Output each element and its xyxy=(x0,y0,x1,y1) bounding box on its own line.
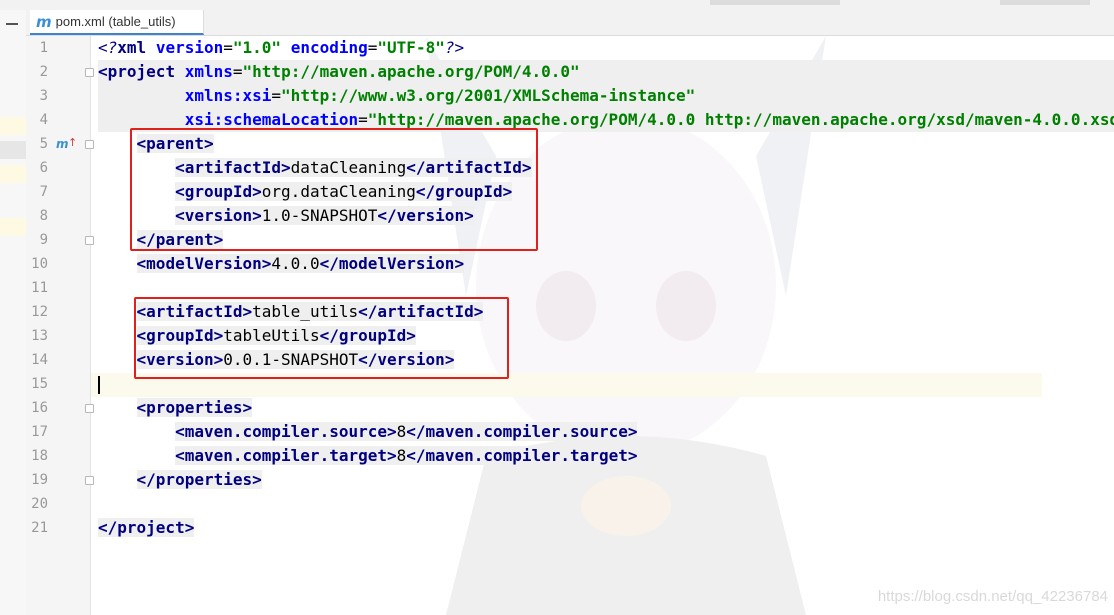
change-marker xyxy=(0,117,26,135)
code-line: <?xml version="1.0" encoding="UTF-8"?> xyxy=(98,38,465,57)
fold-toggle-icon[interactable] xyxy=(85,236,94,245)
line-number-gutter: 1 2 3 4 5 6 7 8 9 10 11 12 13 14 15 16 1… xyxy=(26,36,94,615)
change-marker xyxy=(0,165,26,183)
line-number: 11 xyxy=(31,280,48,296)
code-line: </project> xyxy=(98,518,195,537)
editor-tab-bar: m pom.xml (table_utils) xyxy=(26,10,1114,36)
collapse-icon[interactable] xyxy=(6,23,18,25)
line-number: 13 xyxy=(31,328,48,344)
line-number: 9 xyxy=(39,232,48,248)
code-editor[interactable]: 1 2 3 4 5 6 7 8 9 10 11 12 13 14 15 16 1… xyxy=(26,36,1114,615)
code-line: </properties> xyxy=(136,470,262,489)
fold-toggle-icon[interactable] xyxy=(85,140,94,149)
coordinates-highlight-box xyxy=(134,297,509,379)
line-number: 8 xyxy=(39,208,48,224)
code-line: <maven.compiler.target>8</maven.compiler… xyxy=(175,446,638,465)
maven-parent-gutter-icon[interactable]: m xyxy=(56,137,69,151)
line-number: 14 xyxy=(31,352,48,368)
line-number: 19 xyxy=(31,472,48,488)
watermark: https://blog.csdn.net/qq_42236784 xyxy=(877,588,1108,605)
change-marker xyxy=(0,218,26,236)
fold-toggle-icon[interactable] xyxy=(85,404,94,413)
line-number: 21 xyxy=(31,520,48,536)
line-number: 2 xyxy=(39,64,48,80)
line-number: 1 xyxy=(39,40,48,56)
navigate-up-arrow-icon[interactable]: ↑ xyxy=(68,136,77,149)
line-number: 10 xyxy=(31,256,48,272)
line-number: 5 xyxy=(39,136,48,152)
parent-highlight-box xyxy=(130,128,538,251)
line-number: 16 xyxy=(31,400,48,416)
code-line: <project xmlns="http://maven.apache.org/… xyxy=(98,60,1114,84)
line-number: 17 xyxy=(31,424,48,440)
toolbar-field[interactable] xyxy=(1000,0,1090,5)
line-number: 18 xyxy=(31,448,48,464)
text-caret xyxy=(98,376,100,394)
line-number: 12 xyxy=(31,304,48,320)
line-number: 4 xyxy=(39,112,48,128)
code-line: <properties> xyxy=(136,398,253,417)
code-line: xmlns:xsi="http://www.w3.org/2001/XMLSch… xyxy=(98,84,1114,108)
tab-label: pom.xml (table_utils) xyxy=(55,14,176,29)
line-number: 3 xyxy=(39,88,48,104)
code-line: <maven.compiler.source>8</maven.compiler… xyxy=(175,422,638,441)
line-number: 6 xyxy=(39,160,48,176)
line-number: 15 xyxy=(31,376,48,392)
fold-toggle-icon[interactable] xyxy=(85,68,94,77)
code-line: <modelVersion>4.0.0</modelVersion> xyxy=(136,254,465,273)
toolbar-field[interactable] xyxy=(710,0,840,5)
tab-pom-xml[interactable]: m pom.xml (table_utils) xyxy=(30,10,204,35)
fold-toggle-icon[interactable] xyxy=(85,476,94,485)
maven-m-icon: m xyxy=(36,12,52,31)
change-marker xyxy=(0,141,26,159)
line-number: 7 xyxy=(39,184,48,200)
tool-window-strip xyxy=(0,10,27,615)
line-number: 20 xyxy=(31,496,48,512)
